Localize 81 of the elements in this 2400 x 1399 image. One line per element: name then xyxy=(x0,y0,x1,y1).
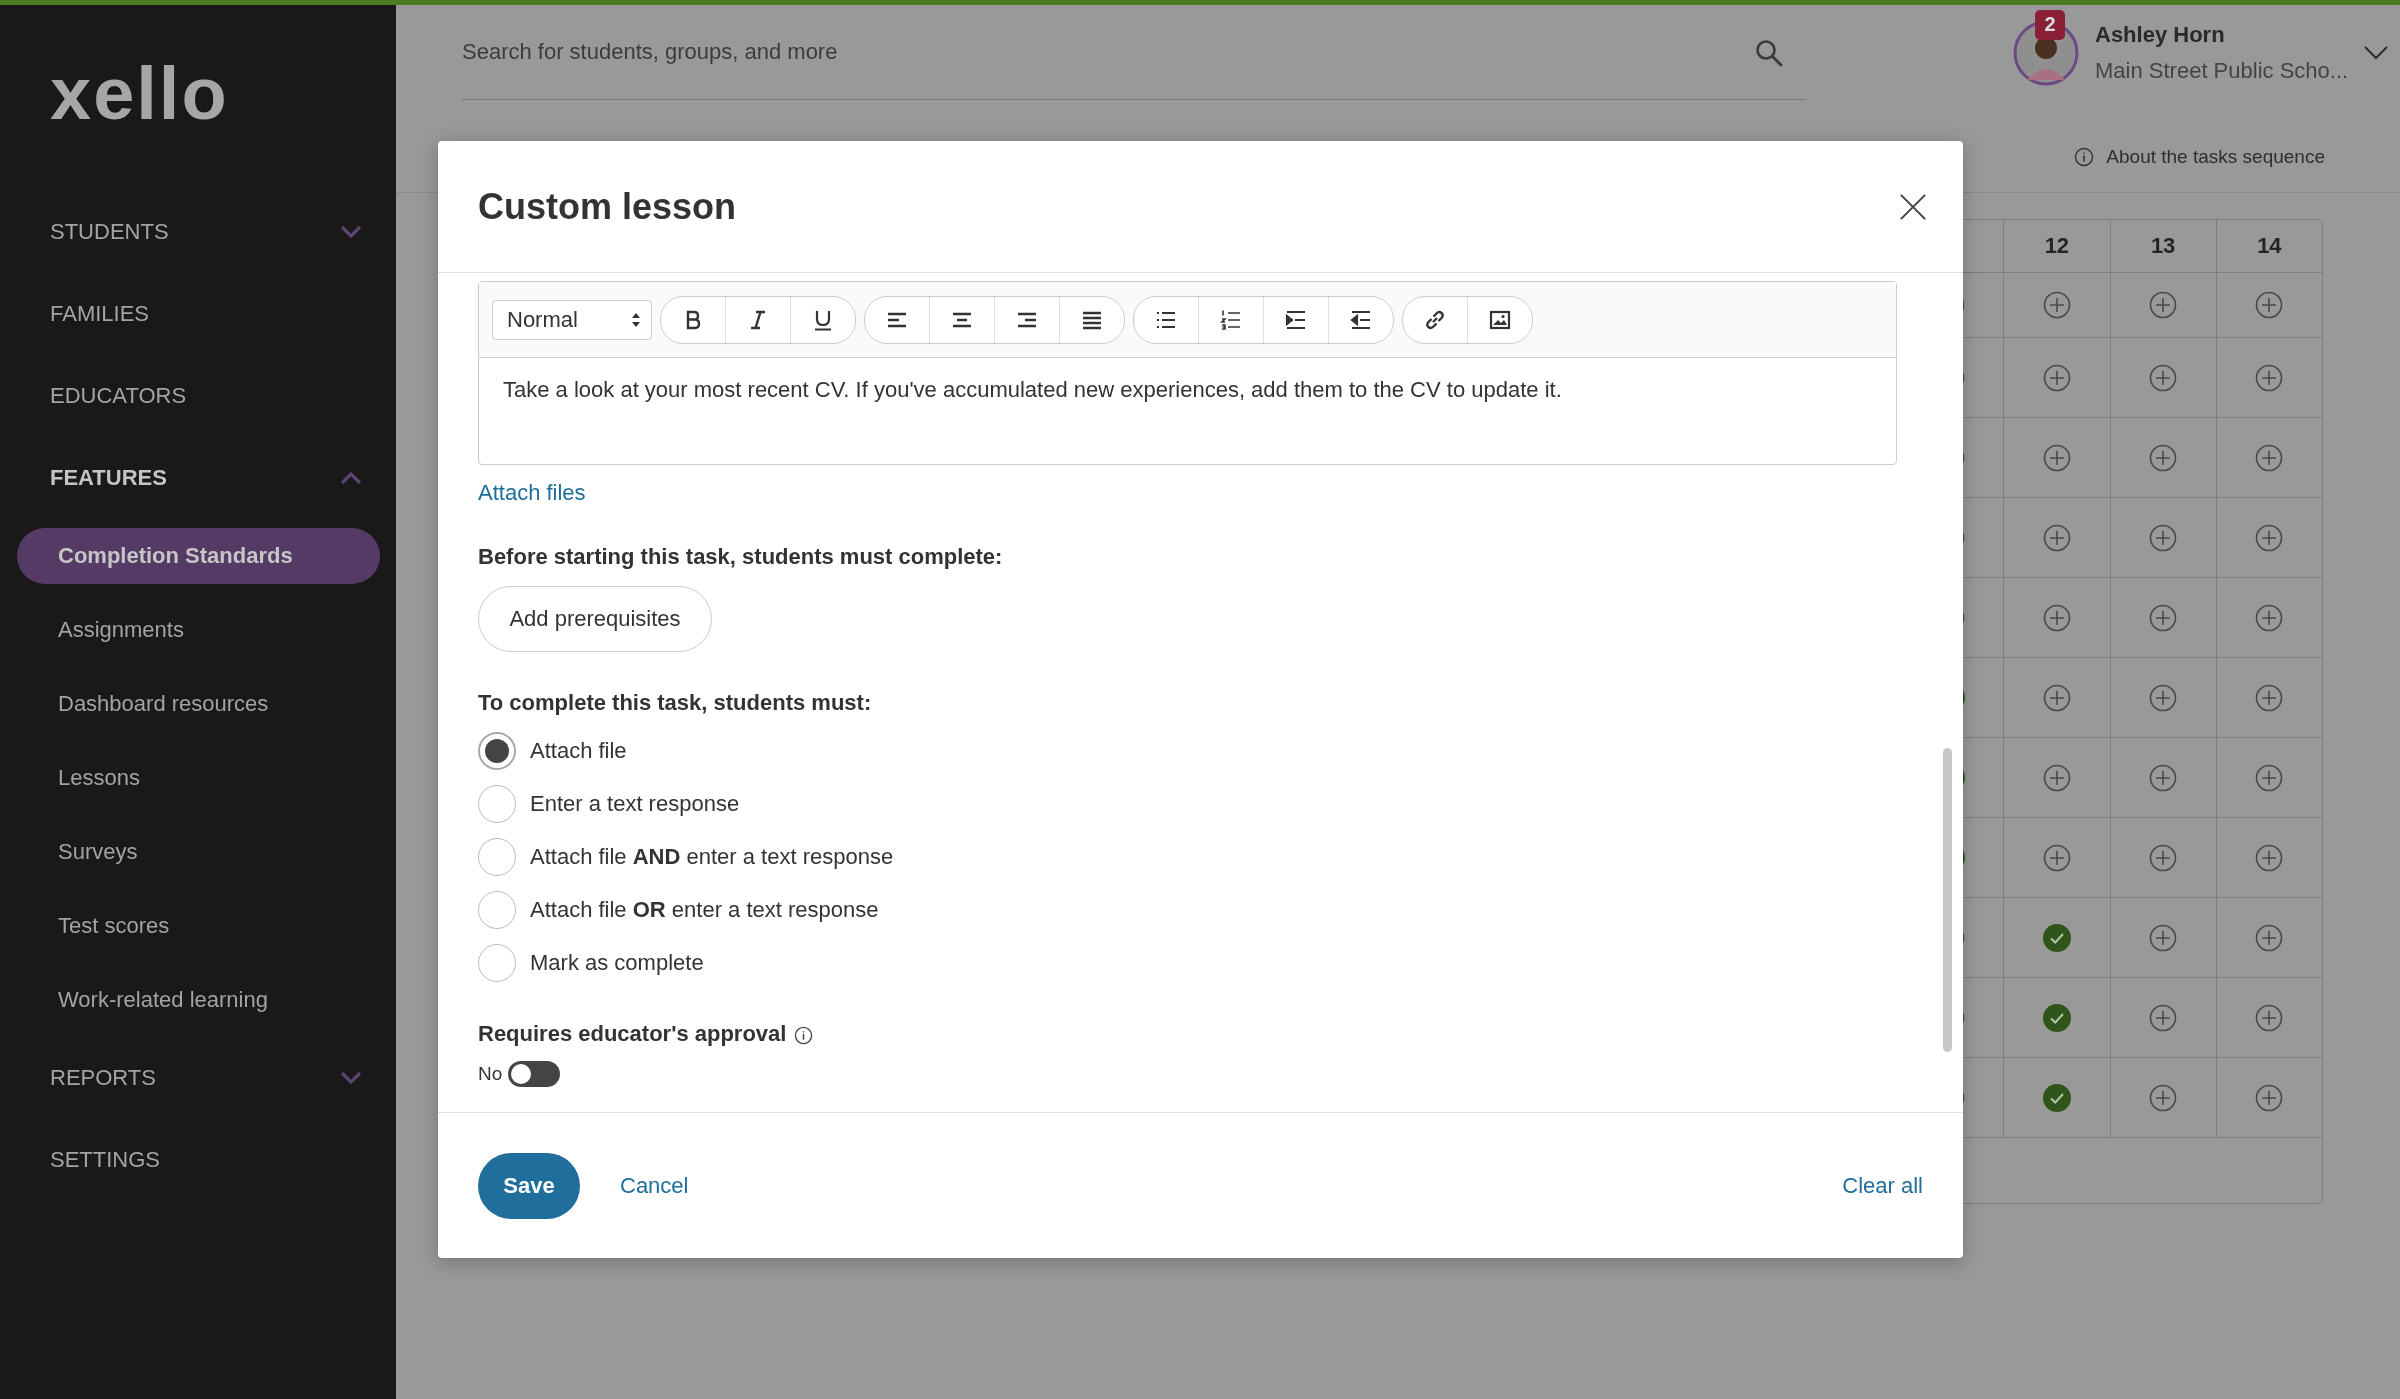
nav-item[interactable]: SETTINGS xyxy=(0,1119,396,1201)
add-icon[interactable] xyxy=(2255,603,2284,632)
attach-files-link[interactable]: Attach files xyxy=(478,479,586,507)
info-icon xyxy=(2074,147,2095,167)
add-icon[interactable] xyxy=(2255,763,2284,792)
nav-item[interactable]: STUDENTS xyxy=(0,191,396,273)
option-label[interactable]: Mark as complete xyxy=(530,949,704,976)
approval-label: Requires educator's approval xyxy=(478,1020,787,1048)
format-select[interactable]: Normal xyxy=(492,299,652,340)
option-label[interactable]: Attach file OR enter a text response xyxy=(530,896,879,923)
nav-subitem[interactable]: Lessons xyxy=(17,750,380,806)
add-icon[interactable] xyxy=(2255,443,2284,472)
add-icon[interactable] xyxy=(2042,523,2071,552)
dialog-title: Custom lesson xyxy=(478,185,737,228)
radio-button[interactable] xyxy=(478,731,516,770)
check-icon[interactable] xyxy=(2042,923,2071,952)
add-icon[interactable] xyxy=(2255,683,2284,712)
option-label[interactable]: Attach file xyxy=(530,737,627,764)
updown-icon xyxy=(631,311,641,328)
add-icon[interactable] xyxy=(2149,363,2178,392)
option-label[interactable]: Attach file AND enter a text response xyxy=(530,843,894,870)
close-icon[interactable] xyxy=(1899,192,1927,221)
clear-all-link[interactable]: Clear all xyxy=(1842,1171,1923,1200)
school-name: Main Street Public Scho... xyxy=(2095,57,2349,84)
add-icon[interactable] xyxy=(2042,443,2071,472)
search-icon[interactable] xyxy=(1755,39,1783,67)
add-icon[interactable] xyxy=(2149,291,2178,319)
toggle-switch[interactable] xyxy=(508,1061,561,1087)
add-icon[interactable] xyxy=(2255,363,2284,392)
add-icon[interactable] xyxy=(2149,603,2178,632)
toggle-label: No xyxy=(478,1063,503,1085)
lesson-text[interactable]: Take a look at your most recent CV. If you've accumulated new experiences, add them to the CV to update it. xyxy=(479,358,1896,464)
option-label[interactable]: Enter a text response xyxy=(530,790,740,817)
add-icon[interactable] xyxy=(2042,683,2071,712)
column-header: 13 xyxy=(2110,220,2217,272)
nav-item[interactable]: FEATURES xyxy=(0,437,396,519)
logo: xello xyxy=(49,51,230,137)
nav-item[interactable]: REPORTS xyxy=(0,1037,396,1119)
prerequisites-label: Before starting this task, students must complete: xyxy=(478,543,1003,571)
column-header: 12 xyxy=(2004,220,2111,272)
add-icon[interactable] xyxy=(2149,843,2178,872)
chevron-down-icon[interactable] xyxy=(2364,45,2389,60)
add-icon[interactable] xyxy=(2042,363,2071,392)
nav-subitem[interactable]: Surveys xyxy=(17,824,380,880)
add-icon[interactable] xyxy=(2149,523,2178,552)
add-prerequisites-button[interactable]: Add prerequisites xyxy=(478,586,712,652)
nav-subitem[interactable]: Assignments xyxy=(17,602,380,658)
cancel-link[interactable]: Cancel xyxy=(620,1171,689,1200)
search-field[interactable]: Search for students, groups, and more xyxy=(462,5,1805,100)
add-icon[interactable] xyxy=(2149,763,2178,792)
save-button[interactable]: Save xyxy=(478,1152,580,1219)
completion-label: To complete this task, students must: xyxy=(478,689,872,717)
add-icon[interactable] xyxy=(2042,843,2071,872)
add-icon[interactable] xyxy=(2255,523,2284,552)
nav-subitem[interactable]: Test scores xyxy=(17,898,380,954)
add-icon[interactable] xyxy=(2255,1083,2284,1112)
add-icon[interactable] xyxy=(2042,291,2071,319)
add-icon[interactable] xyxy=(2255,1003,2284,1032)
check-icon[interactable] xyxy=(2042,1083,2071,1112)
add-icon[interactable] xyxy=(2255,291,2284,319)
nav-subitem[interactable]: Completion Standards xyxy=(17,528,380,584)
nav-subitem[interactable]: Dashboard resources xyxy=(17,676,380,732)
user-name: Ashley Horn xyxy=(2095,21,2226,48)
add-icon[interactable] xyxy=(2042,603,2071,632)
nav-item[interactable]: FAMILIES xyxy=(0,273,396,355)
add-icon[interactable] xyxy=(2149,683,2178,712)
check-icon[interactable] xyxy=(2042,1003,2071,1032)
info-icon[interactable] xyxy=(794,1025,814,1045)
add-icon[interactable] xyxy=(2149,1003,2178,1032)
scrollbar[interactable] xyxy=(1943,748,1952,1052)
add-icon[interactable] xyxy=(2042,763,2071,792)
about-link[interactable]: About the tasks sequence xyxy=(2106,146,2325,168)
add-icon[interactable] xyxy=(2149,443,2178,472)
column-header: 14 xyxy=(2256,232,2283,260)
nav-item[interactable]: EDUCATORS xyxy=(0,355,396,437)
add-icon[interactable] xyxy=(2149,923,2178,952)
add-icon[interactable] xyxy=(2255,923,2284,952)
add-icon[interactable] xyxy=(2149,1083,2178,1112)
add-icon[interactable] xyxy=(2255,843,2284,872)
nav-subitem[interactable]: Work-related learning xyxy=(17,972,380,1028)
notification-badge: 2 xyxy=(2035,9,2065,40)
